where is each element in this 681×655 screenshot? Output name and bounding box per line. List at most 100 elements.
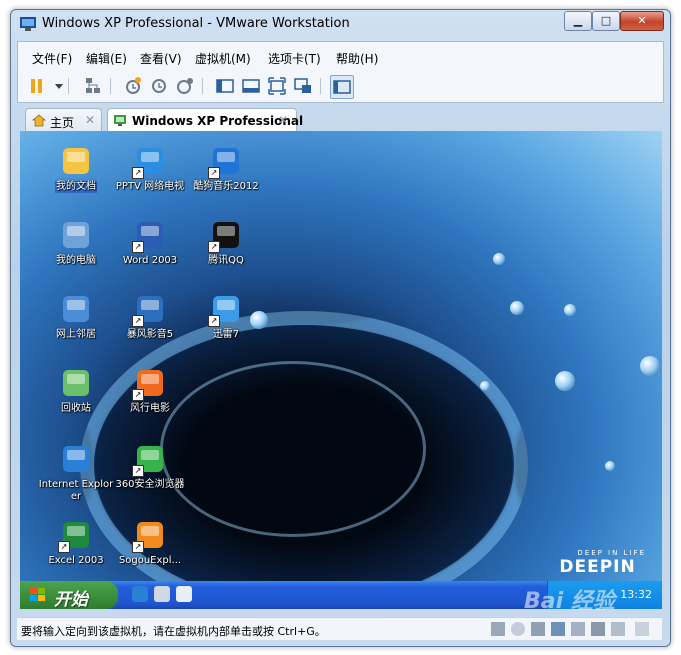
desktop-shortcut[interactable]: ↗ Word 2003 bbox=[112, 219, 188, 267]
desktop-shortcut[interactable]: ↗ 暴风影音5 bbox=[112, 293, 188, 341]
desktop-icon-label: PPTV 网络电视 bbox=[115, 181, 185, 192]
sogou-explorer-icon: ↗ bbox=[132, 519, 166, 553]
tab-home[interactable]: 主页 ✕ bbox=[25, 108, 102, 133]
toolbar bbox=[18, 74, 663, 99]
desktop-shortcut[interactable]: ↗ SogouExpl... bbox=[112, 519, 188, 567]
desktop-icon-label: 网上邻居 bbox=[56, 329, 96, 340]
deepin-logo: DEEP IN LIFE DEEPIN bbox=[559, 549, 646, 577]
shortcut-arrow-icon: ↗ bbox=[132, 465, 144, 477]
network-adapter-icon[interactable] bbox=[551, 622, 565, 636]
network-places-icon bbox=[60, 293, 92, 325]
start-button[interactable]: 开始 bbox=[20, 581, 118, 609]
tab-bar: 主页 ✕ Windows XP Professional ✕ bbox=[17, 106, 662, 133]
desktop-icon-label: 迅雷7 bbox=[212, 329, 240, 340]
revert-snapshot-icon[interactable] bbox=[148, 75, 170, 97]
guest-desktop[interactable]: 我的文档 ↗ PPTV 网络电视 ↗ 酷狗音乐2012 我的电脑 ↗ Word 2003 ↗ 腾讯… bbox=[20, 131, 662, 609]
desktop-shortcut[interactable]: 我的电脑 bbox=[38, 219, 114, 267]
water-drop bbox=[640, 356, 660, 376]
snapshot-manager-icon[interactable] bbox=[174, 75, 196, 97]
shortcut-arrow-icon: ↗ bbox=[208, 315, 220, 327]
snapshot-icon[interactable] bbox=[122, 75, 144, 97]
menu-file[interactable]: 文件(F) bbox=[32, 50, 72, 67]
desktop-shortcut[interactable]: ↗ 风行电影 bbox=[112, 367, 188, 415]
water-drop bbox=[480, 381, 490, 391]
library-view-icon[interactable] bbox=[330, 75, 354, 99]
shortcut-arrow-icon: ↗ bbox=[208, 167, 220, 179]
shortcut-arrow-icon: ↗ bbox=[132, 389, 144, 401]
menu-tabs[interactable]: 选项卡(T) bbox=[268, 50, 321, 67]
excel-icon: ↗ bbox=[58, 519, 92, 553]
menu-edit[interactable]: 编辑(E) bbox=[86, 50, 127, 67]
shortcut-arrow-icon: ↗ bbox=[132, 167, 144, 179]
toolbar-separator bbox=[320, 78, 321, 94]
tab-windows-xp-close-icon[interactable]: ✕ bbox=[278, 113, 288, 127]
windows-flag-icon bbox=[30, 588, 45, 601]
dropdown-icon[interactable] bbox=[48, 75, 63, 97]
toolbar-separator bbox=[68, 78, 69, 94]
desktop-shortcut[interactable]: ↗ 360安全浏览器 bbox=[112, 443, 188, 491]
usb-icon[interactable] bbox=[571, 622, 585, 636]
printer-icon[interactable] bbox=[611, 622, 625, 636]
quicklaunch-media-icon[interactable] bbox=[176, 586, 192, 602]
desktop-shortcut[interactable]: ↗ 酷狗音乐2012 bbox=[188, 145, 264, 193]
toolbar-separator bbox=[110, 78, 111, 94]
funshion-icon: ↗ bbox=[132, 367, 166, 401]
quicklaunch-ie-icon[interactable] bbox=[132, 586, 148, 602]
cd-rom-icon[interactable] bbox=[511, 622, 525, 636]
shortcut-arrow-icon: ↗ bbox=[132, 241, 144, 253]
clock[interactable]: 13:32 bbox=[620, 588, 652, 601]
desktop-shortcut[interactable]: ↗ 迅雷7 bbox=[188, 293, 264, 341]
desktop-icon-label: 酷狗音乐2012 bbox=[193, 181, 259, 192]
menu-vm[interactable]: 虚拟机(M) bbox=[195, 50, 251, 67]
shortcut-arrow-icon: ↗ bbox=[132, 315, 144, 327]
desktop-icon-label: 360安全浏览器 bbox=[115, 479, 185, 490]
my-documents-icon bbox=[60, 145, 92, 177]
desktop-shortcut[interactable]: ↗ PPTV 网络电视 bbox=[112, 145, 188, 193]
kugou-icon: ↗ bbox=[208, 145, 242, 179]
quick-switch-icon[interactable] bbox=[240, 75, 262, 97]
console-view-icon[interactable] bbox=[214, 75, 236, 97]
sound-icon[interactable] bbox=[591, 622, 605, 636]
pause-icon[interactable] bbox=[26, 75, 48, 97]
desktop-icon-label: 我的电脑 bbox=[56, 255, 96, 266]
menu-view[interactable]: 查看(V) bbox=[140, 50, 182, 67]
close-button[interactable]: ✕ bbox=[620, 11, 664, 31]
tab-home-label: 主页 bbox=[50, 116, 75, 130]
desktop-shortcut[interactable]: 回收站 bbox=[38, 367, 114, 415]
floppy-icon[interactable] bbox=[531, 622, 545, 636]
pptv-icon: ↗ bbox=[132, 145, 166, 179]
word-icon: ↗ bbox=[132, 219, 166, 253]
desktop-icon-label: Word 2003 bbox=[122, 255, 178, 266]
minimize-button[interactable]: ▁ bbox=[564, 11, 592, 31]
menu-help[interactable]: 帮助(H) bbox=[336, 50, 378, 67]
unity-icon[interactable] bbox=[292, 75, 314, 97]
tab-home-close-icon[interactable]: ✕ bbox=[85, 113, 95, 127]
water-drop bbox=[564, 304, 576, 316]
desktop-icon-label: 风行电影 bbox=[130, 403, 170, 414]
hard-disk-icon[interactable] bbox=[491, 622, 505, 636]
recycle-bin-icon bbox=[60, 367, 92, 399]
water-drop bbox=[555, 371, 575, 391]
desktop-shortcut[interactable]: ↗ Excel 2003 bbox=[38, 519, 114, 567]
title-bar[interactable]: Windows XP Professional - VMware Worksta… bbox=[11, 10, 670, 38]
desktop-shortcut[interactable]: 网上邻居 bbox=[38, 293, 114, 341]
desktop-shortcut[interactable]: Internet Explorer bbox=[38, 443, 114, 503]
desktop-shortcut[interactable]: 我的文档 bbox=[38, 145, 114, 193]
water-drop bbox=[605, 461, 615, 471]
quicklaunch-show-desktop-icon[interactable] bbox=[154, 586, 170, 602]
baidu-watermark: Bai 经验 bbox=[524, 589, 615, 614]
menu-toolbar-area: 文件(F) 编辑(E) 查看(V) 虚拟机(M) 选项卡(T) 帮助(H) bbox=[17, 41, 664, 103]
vmware-app-icon bbox=[20, 17, 36, 31]
desktop-icon-label: SogouExpl... bbox=[118, 555, 182, 566]
desktop-icon-label: 回收站 bbox=[61, 403, 91, 414]
desktop-shortcut[interactable]: ↗ 腾讯QQ bbox=[188, 219, 264, 267]
water-drop bbox=[510, 301, 524, 315]
message-log-icon[interactable] bbox=[635, 622, 649, 636]
maximize-button[interactable]: □ bbox=[592, 11, 620, 31]
baofeng-icon: ↗ bbox=[132, 293, 166, 327]
fullscreen-icon[interactable] bbox=[266, 75, 288, 97]
network-icon[interactable] bbox=[82, 75, 104, 97]
window-title: Windows XP Professional - VMware Worksta… bbox=[42, 16, 350, 31]
tab-windows-xp[interactable]: Windows XP Professional ✕ bbox=[107, 108, 303, 133]
shortcut-arrow-icon: ↗ bbox=[208, 241, 220, 253]
